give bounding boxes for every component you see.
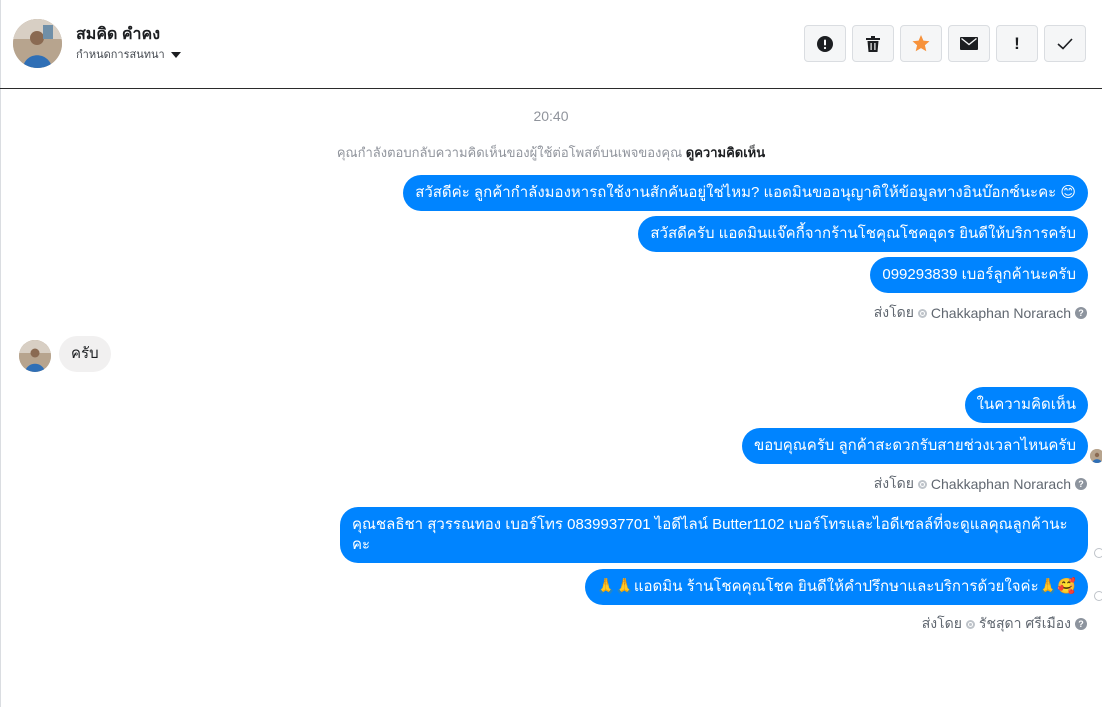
outgoing-message[interactable]: ขอบคุณครับ ลูกค้าสะดวกรับสายช่วงเวลาไหนค… (741, 428, 1088, 464)
sender-name: รัชสุดา ศรีเมือง (978, 615, 1071, 631)
conversation-header: สมคิด คำคง กำหนดการสนทนา ! (0, 0, 1102, 89)
assign-label: กำหนดการสนทนา (76, 49, 165, 61)
trash-icon (866, 35, 880, 52)
comment-reply-notice: คุณกำลังตอบกลับความคิดเห็นของผู้ใช้ต่อโพ… (0, 142, 1102, 163)
left-edge-divider (0, 0, 1, 707)
sent-by-info: ส่งโดย Chakkaphan Norarach ? (874, 473, 1087, 495)
outgoing-message[interactable]: 099293839 เบอร์ลูกค้านะครับ (870, 257, 1088, 293)
sent-status-icon (1094, 591, 1102, 601)
outgoing-message[interactable]: 🙏🙏แอดมิน ร้านโชคคุณโชค ยินดีให้คำปรึกษาแ… (584, 569, 1088, 605)
help-icon[interactable]: ? (1075, 478, 1087, 490)
sent-by-prefix: ส่งโดย (921, 615, 962, 631)
sent-by-info: ส่งโดย รัชสุดา ศรีเมือง ? (922, 613, 1087, 635)
mark-done-button[interactable] (1044, 25, 1086, 62)
sender-name: Chakkaphan Norarach (930, 305, 1071, 321)
contact-name[interactable]: สมคิด คำคง (76, 22, 160, 47)
assign-conversation-dropdown[interactable]: กำหนดการสนทนา (76, 45, 181, 63)
spam-button[interactable] (804, 25, 846, 62)
user-icon (965, 619, 975, 629)
notice-text: คุณกำลังตอบกลับความคิดเห็นของผู้ใช้ต่อโพ… (336, 145, 683, 160)
view-comment-link[interactable]: ดูความคิดเห็น (686, 145, 765, 160)
delete-button[interactable] (852, 25, 894, 62)
contact-avatar[interactable] (13, 19, 62, 68)
outgoing-message[interactable]: สวัสดีครับ แอดมินแจ๊คกี้จากร้านโชคุณโชคอ… (638, 216, 1088, 252)
user-icon (917, 308, 927, 318)
star-icon (912, 35, 930, 52)
mark-unread-button[interactable] (948, 25, 990, 62)
help-icon[interactable]: ? (1075, 307, 1087, 319)
header-actions: ! (804, 25, 1086, 62)
important-button[interactable]: ! (996, 25, 1038, 62)
contact-avatar-small[interactable] (19, 340, 51, 372)
user-icon (917, 479, 927, 489)
envelope-icon (960, 37, 978, 50)
outgoing-message[interactable]: สวัสดีค่ะ ลูกค้ากำลังมองหารถใช้งานสักคัน… (403, 175, 1088, 211)
outgoing-message[interactable]: ในความคิดเห็น (964, 387, 1088, 423)
outgoing-message[interactable]: คุณชลธิชา สุวรรณทอง เบอร์โทร 0839937701 … (340, 507, 1088, 563)
sender-name: Chakkaphan Norarach (930, 476, 1071, 492)
seen-avatar (1090, 449, 1102, 463)
exclamation-icon: ! (1014, 33, 1020, 53)
checkmark-icon (1057, 37, 1073, 50)
caret-down-icon (170, 51, 181, 58)
star-button[interactable] (900, 25, 942, 62)
incoming-message[interactable]: ครับ (59, 336, 111, 372)
message-timestamp: 20:40 (533, 108, 569, 124)
sent-by-prefix: ส่งโดย (873, 475, 914, 491)
sent-by-prefix: ส่งโดย (873, 304, 914, 320)
sent-by-info: ส่งโดย Chakkaphan Norarach ? (874, 302, 1087, 324)
alert-circle-icon (817, 35, 833, 52)
sent-status-icon (1094, 548, 1102, 558)
help-icon[interactable]: ? (1075, 618, 1087, 630)
